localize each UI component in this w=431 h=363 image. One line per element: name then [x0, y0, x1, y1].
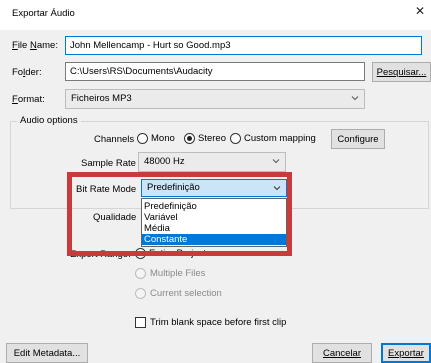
channel-mono[interactable]: Mono [137, 133, 175, 144]
folder-input[interactable]: C:\Users\RS\Documents\Audacity [65, 62, 365, 81]
window-title: Exportar Áudio [12, 8, 75, 19]
stereo-label: Stereo [198, 133, 226, 144]
mono-radio[interactable] [137, 133, 148, 144]
cancel-label: Cancelar [322, 347, 362, 359]
trim-checkbox[interactable] [135, 317, 146, 328]
browse-button[interactable]: Pesquisar... [372, 62, 431, 82]
folder-label: Folder: [12, 67, 42, 78]
export-button[interactable]: Exportar [381, 343, 431, 363]
channels-label: Channels [94, 134, 135, 145]
mono-label: Mono [151, 133, 175, 144]
cancel-button[interactable]: Cancelar [312, 343, 372, 363]
chevron-down-icon [272, 157, 280, 164]
format-value: Ficheiros MP3 [71, 93, 132, 104]
multiple-files-radio[interactable] [135, 268, 146, 279]
sample-rate-label: Sample Rate [81, 158, 136, 169]
export-range-current[interactable]: Current selection [135, 288, 222, 299]
trim-label: Trim blank space before first clip [150, 317, 287, 328]
browse-button-label: Pesquisar... [376, 66, 427, 78]
configure-button-label: Configure [337, 133, 379, 145]
edit-metadata-label: Edit Metadata... [13, 347, 81, 359]
edit-metadata-button[interactable]: Edit Metadata... [6, 343, 88, 363]
stereo-radio[interactable] [184, 133, 195, 144]
file-name-label: File Name: [12, 40, 58, 51]
trim-option[interactable]: Trim blank space before first clip [135, 317, 286, 328]
audio-options-caption: Audio options [17, 115, 81, 126]
multiple-files-label: Multiple Files [150, 268, 206, 279]
chevron-down-icon [351, 94, 359, 101]
current-selection-radio[interactable] [135, 288, 146, 299]
current-selection-label: Current selection [150, 288, 222, 299]
format-select[interactable]: Ficheiros MP3 [65, 89, 365, 109]
highlight-annotation [67, 172, 292, 256]
export-range-multiple[interactable]: Multiple Files [135, 268, 205, 279]
export-label: Exportar [388, 347, 424, 359]
format-label: Format: [12, 94, 45, 105]
custom-mapping-radio[interactable] [230, 133, 241, 144]
custom-mapping-label: Custom mapping [244, 133, 316, 144]
channel-stereo[interactable]: Stereo [184, 133, 226, 144]
file-name-input[interactable]: John Mellencamp - Hurt so Good.mp3 [65, 36, 422, 55]
close-icon[interactable]: ✕ [415, 4, 425, 18]
sample-rate-select[interactable]: 48000 Hz [138, 152, 286, 172]
channel-custom-mapping[interactable]: Custom mapping [230, 133, 316, 144]
configure-button[interactable]: Configure [331, 129, 385, 149]
sample-rate-value: 48000 Hz [144, 156, 185, 167]
